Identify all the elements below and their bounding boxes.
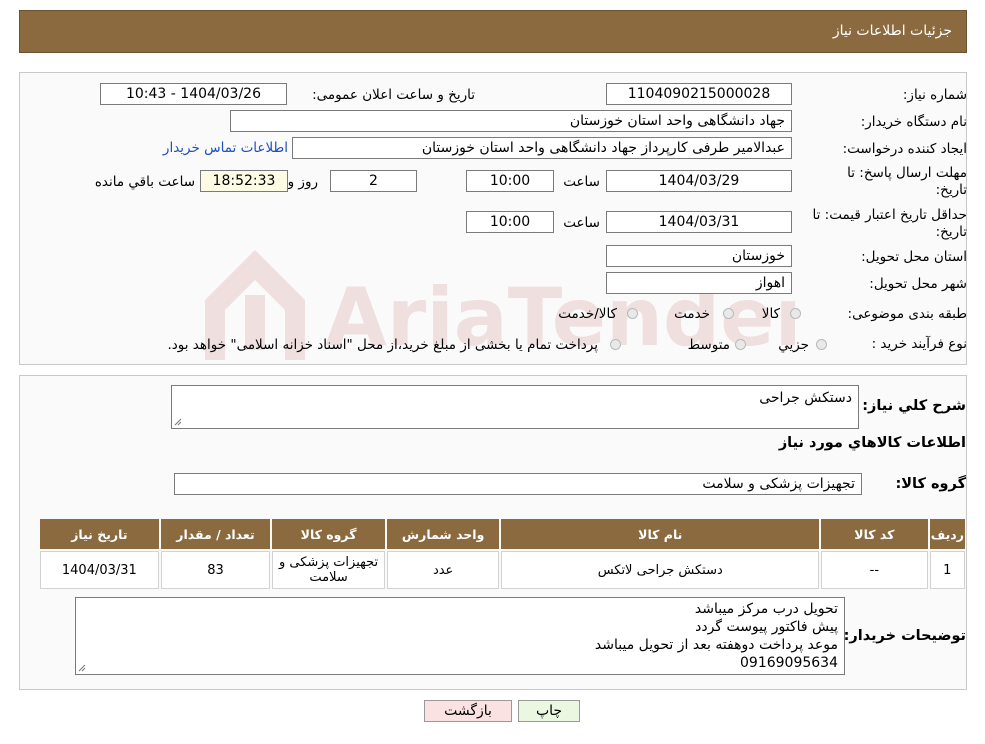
col-row-number: ردیف	[929, 519, 965, 549]
buyer-org-field[interactable]: جهاد دانشگاهی واحد استان خوزستان	[230, 110, 792, 132]
process-radio-medium[interactable]	[735, 339, 746, 350]
goods-group-label: گروه کالا:	[895, 476, 966, 492]
process-option-medium: متوسط	[687, 337, 730, 353]
table-row: 1 -- دستکش جراحی لاتکس عدد تجهیزات پزشکی…	[40, 551, 965, 589]
cell-row-number: 1	[929, 551, 965, 589]
remaining-time-field: 18:52:33	[200, 170, 288, 192]
page-title: جزئیات اطلاعات نیاز	[832, 23, 952, 39]
items-table: ردیف کد کالا نام کالا واحد شمارش گروه کا…	[38, 517, 967, 591]
category-radio-goods[interactable]	[790, 308, 801, 319]
resize-grip-icon[interactable]	[174, 418, 182, 426]
cell-item-name: دستکش جراحی لاتکس	[501, 551, 820, 589]
col-unit: واحد شمارش	[386, 519, 500, 549]
city-label: شهر محل تحویل:	[869, 276, 967, 292]
category-radio-goods-service[interactable]	[627, 308, 638, 319]
process-label: نوع فرآیند خرید :	[871, 336, 967, 352]
print-button[interactable]: چاپ	[518, 700, 580, 722]
buyer-note-line: تحویل درب مرکز میباشد	[694, 601, 838, 617]
deadline-date-field[interactable]: 1404/03/29	[606, 170, 792, 192]
back-button[interactable]: بازگشت	[424, 700, 512, 722]
table-header-row: ردیف کد کالا نام کالا واحد شمارش گروه کا…	[40, 519, 965, 549]
buyer-contact-link[interactable]: اطلاعات تماس خریدار	[163, 140, 288, 156]
description-text: دستکش جراحی	[759, 390, 852, 406]
announce-label: تاریخ و ساعت اعلان عمومی:	[312, 87, 475, 103]
cell-quantity: 83	[160, 551, 271, 589]
city-field[interactable]: اهواز	[606, 272, 792, 294]
category-option-goods-service: کالا/خدمت	[558, 306, 617, 322]
creator-field[interactable]: عبدالامیر طرفی کارپرداز جهاد دانشگاهی وا…	[292, 137, 792, 159]
goods-info-title: اطلاعات کالاهاي مورد نیاز	[778, 435, 966, 451]
announce-datetime-field[interactable]: 1404/03/26 - 10:43	[100, 83, 287, 105]
days-label: روز و	[287, 174, 318, 190]
remaining-days-field[interactable]: 2	[330, 170, 417, 192]
cell-unit: عدد	[386, 551, 500, 589]
validity-label: حداقل تاریخ اعتبار قیمت: تا	[812, 207, 967, 223]
remaining-time-label: ساعت باقي مانده	[94, 174, 195, 190]
need-number-label: شماره نیاز:	[902, 87, 967, 103]
process-radio-minor[interactable]	[816, 339, 827, 350]
category-option-goods: کالا	[761, 306, 780, 322]
col-quantity: تعداد / مقدار	[160, 519, 271, 549]
page-header: جزئیات اطلاعات نیاز	[19, 10, 967, 53]
deadline-label-2: تاریخ:	[935, 182, 967, 198]
col-goods-group: گروه کالا	[272, 519, 385, 549]
validity-time-label: ساعت	[563, 215, 600, 231]
deadline-label: مهلت ارسال پاسخ: تا	[847, 165, 967, 181]
process-checkbox-treasury[interactable]	[610, 339, 621, 350]
province-label: استان محل تحویل:	[861, 249, 967, 265]
description-textarea[interactable]: دستکش جراحی	[171, 385, 859, 429]
buyer-notes-textarea[interactable]: تحویل درب مرکز میباشد پیش فاکتور پیوست گ…	[75, 597, 845, 675]
creator-label: ایجاد کننده درخواست:	[842, 141, 967, 157]
description-label: شرح کلي نیاز:	[862, 398, 966, 414]
buyer-org-label: نام دستگاه خریدار:	[860, 114, 967, 130]
category-label: طبقه بندی موضوعی:	[847, 306, 967, 322]
buyer-note-line: پیش فاکتور پیوست گردد	[695, 619, 838, 635]
deadline-time-field[interactable]: 10:00	[466, 170, 554, 192]
cell-item-code: --	[821, 551, 928, 589]
validity-date-field[interactable]: 1404/03/31	[606, 211, 792, 233]
buyer-notes-label: توضیحات خریدار:	[843, 628, 966, 644]
col-item-name: نام کالا	[501, 519, 820, 549]
goods-group-field[interactable]: تجهیزات پزشکی و سلامت	[174, 473, 862, 495]
process-option-minor: جزیي	[778, 337, 809, 353]
province-field[interactable]: خوزستان	[606, 245, 792, 267]
col-item-code: کد کالا	[821, 519, 928, 549]
buyer-note-line: موعد پرداخت دوهفته بعد از تحویل میباشد	[594, 637, 838, 653]
validity-label-2: تاریخ:	[935, 224, 967, 240]
category-option-service: خدمت	[674, 306, 710, 322]
col-need-date: تاریخ نیاز	[40, 519, 159, 549]
cell-goods-group: تجهیزات پزشکی و سلامت	[272, 551, 385, 589]
resize-grip-icon[interactable]	[78, 664, 86, 672]
need-number-field[interactable]: 1104090215000028	[606, 83, 792, 105]
validity-time-field[interactable]: 10:00	[466, 211, 554, 233]
deadline-time-label: ساعت	[563, 174, 600, 190]
process-treasury-note: پرداخت تمام یا بخشی از مبلغ خرید،از محل …	[167, 337, 598, 353]
buyer-note-line: 09169095634	[740, 655, 838, 671]
category-radio-service[interactable]	[723, 308, 734, 319]
cell-need-date: 1404/03/31	[40, 551, 159, 589]
